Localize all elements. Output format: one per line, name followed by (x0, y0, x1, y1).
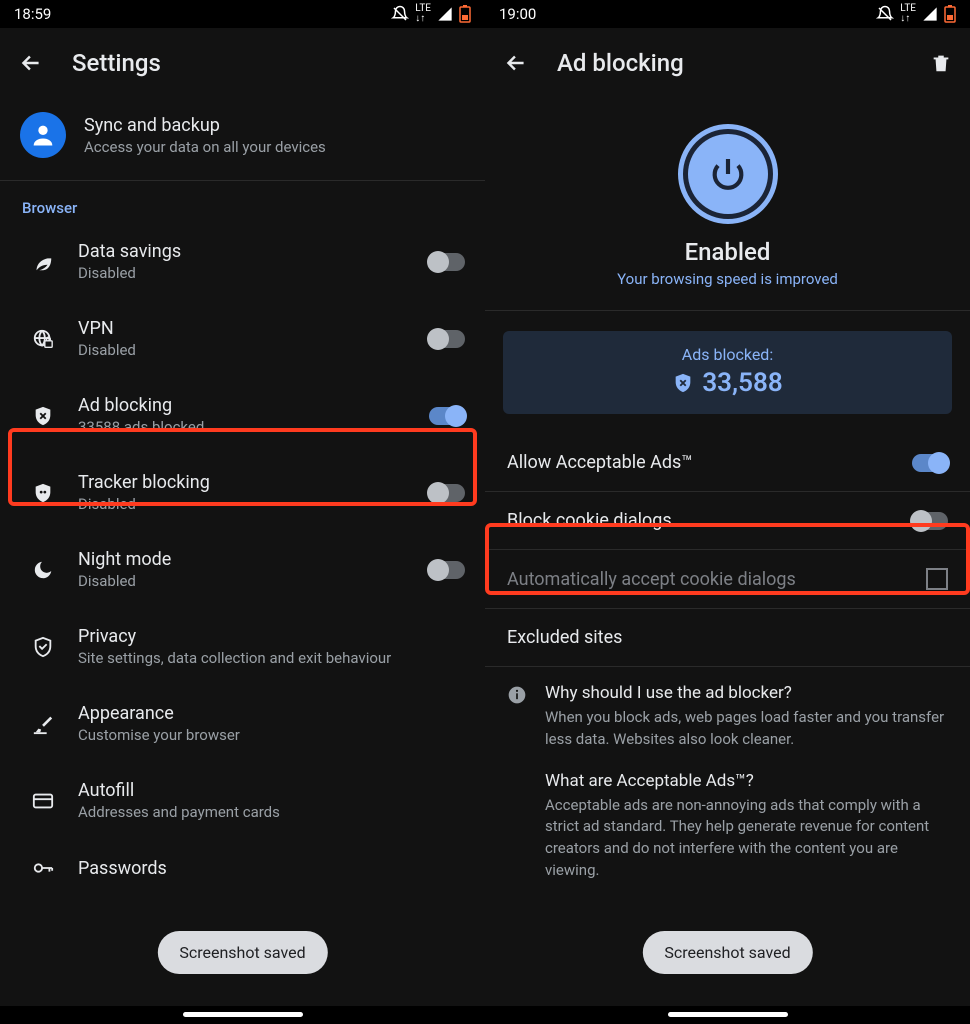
toggle-ad-blocking[interactable] (429, 407, 465, 425)
toast[interactable]: Screenshot saved (157, 931, 327, 974)
info1-question: Why should I use the ad blocker? (545, 683, 948, 703)
brush-icon (32, 713, 54, 735)
leaf-icon (32, 251, 54, 273)
page-title: Ad blocking (557, 49, 684, 77)
signal-icon (922, 6, 938, 22)
screen-settings: 18:59 LTE↓↑ Settings Sync and backup Acc… (0, 0, 485, 1024)
checkbox-auto-accept[interactable] (926, 568, 948, 590)
toggle-data-savings[interactable] (429, 253, 465, 271)
status-time: 19:00 (499, 5, 536, 23)
shield-dots-icon (32, 482, 54, 504)
row-autofill[interactable]: AutofillAddresses and payment cards (0, 762, 485, 839)
nav-bar[interactable] (485, 1006, 970, 1024)
info-icon (507, 685, 527, 705)
app-bar: Settings (0, 28, 485, 98)
status-bar: 18:59 LTE↓↑ (0, 0, 485, 28)
row-excluded-sites[interactable]: Excluded sites (485, 609, 970, 667)
shield-small-icon (672, 372, 694, 394)
toggle-vpn[interactable] (429, 330, 465, 348)
toggle-block-cookie[interactable] (912, 512, 948, 530)
app-bar: Ad blocking (485, 28, 970, 98)
battery-icon (944, 5, 956, 23)
status-time: 18:59 (14, 5, 51, 23)
key-icon (32, 857, 54, 879)
signal-icon (437, 6, 453, 22)
lte-icon: LTE↓↑ (415, 4, 431, 24)
person-icon (29, 121, 57, 149)
nav-bar[interactable] (0, 1006, 485, 1024)
info-block-2: What are Acceptable Ads™? Acceptable ads… (485, 767, 970, 898)
power-button[interactable] (678, 124, 778, 224)
toggle-acceptable-ads[interactable] (912, 454, 948, 472)
trash-icon[interactable] (930, 52, 952, 74)
bell-off-icon (876, 5, 894, 23)
row-tracker-blocking[interactable]: Tracker blockingDisabled (0, 454, 485, 531)
back-arrow-icon[interactable] (18, 50, 44, 76)
info2-answer: Acceptable ads are non-annoying ads that… (545, 795, 948, 882)
row-auto-accept[interactable]: Automatically accept cookie dialogs (485, 550, 970, 609)
info-block-1: Why should I use the ad blocker? When yo… (485, 667, 970, 767)
section-label-browser: Browser (0, 181, 485, 223)
toggle-tracker[interactable] (429, 484, 465, 502)
row-ad-blocking[interactable]: Ad blocking33588 ads blocked (0, 377, 485, 454)
info2-question: What are Acceptable Ads™? (545, 771, 948, 791)
sync-labels: Sync and backup Access your data on all … (84, 115, 326, 156)
page-title: Settings (72, 49, 161, 77)
avatar (20, 112, 66, 158)
row-data-savings[interactable]: Data savingsDisabled (0, 223, 485, 300)
row-acceptable-ads[interactable]: Allow Acceptable Ads™ (485, 434, 970, 492)
card-icon (32, 790, 54, 812)
screen-ad-blocking: 19:00 LTE↓↑ Ad blocking Enabled Your bro… (485, 0, 970, 1024)
sync-row[interactable]: Sync and backup Access your data on all … (0, 98, 485, 181)
battery-icon (459, 5, 471, 23)
sync-subtitle: Access your data on all your devices (84, 138, 326, 156)
toggle-night[interactable] (429, 561, 465, 579)
enabled-subtitle: Your browsing speed is improved (485, 270, 970, 288)
row-night-mode[interactable]: Night modeDisabled (0, 531, 485, 608)
power-icon (708, 154, 748, 194)
enabled-block: Enabled Your browsing speed is improved (485, 124, 970, 311)
back-arrow-icon[interactable] (503, 50, 529, 76)
shield-x-icon (32, 405, 54, 427)
enabled-title: Enabled (485, 238, 970, 266)
bell-off-icon (391, 5, 409, 23)
status-icons: LTE↓↑ (391, 4, 471, 24)
row-vpn[interactable]: VPNDisabled (0, 300, 485, 377)
stat-label: Ads blocked: (503, 345, 952, 364)
globe-lock-icon (32, 328, 54, 350)
shield-check-icon (32, 636, 54, 658)
stat-value: 33,588 (702, 368, 782, 398)
stat-card: Ads blocked: 33,588 (503, 331, 952, 414)
row-passwords[interactable]: Passwords (0, 839, 485, 897)
row-appearance[interactable]: AppearanceCustomise your browser (0, 685, 485, 762)
moon-icon (32, 559, 54, 581)
status-bar: 19:00 LTE↓↑ (485, 0, 970, 28)
row-privacy[interactable]: PrivacySite settings, data collection an… (0, 608, 485, 685)
adblock-content: Enabled Your browsing speed is improved … (485, 98, 970, 1006)
sync-title: Sync and backup (84, 115, 326, 136)
settings-content: Sync and backup Access your data on all … (0, 98, 485, 1006)
status-icons: LTE↓↑ (876, 4, 956, 24)
lte-icon: LTE↓↑ (900, 4, 916, 24)
toast[interactable]: Screenshot saved (642, 931, 812, 974)
info1-answer: When you block ads, web pages load faste… (545, 707, 948, 751)
row-block-cookie[interactable]: Block cookie dialogs (485, 492, 970, 550)
